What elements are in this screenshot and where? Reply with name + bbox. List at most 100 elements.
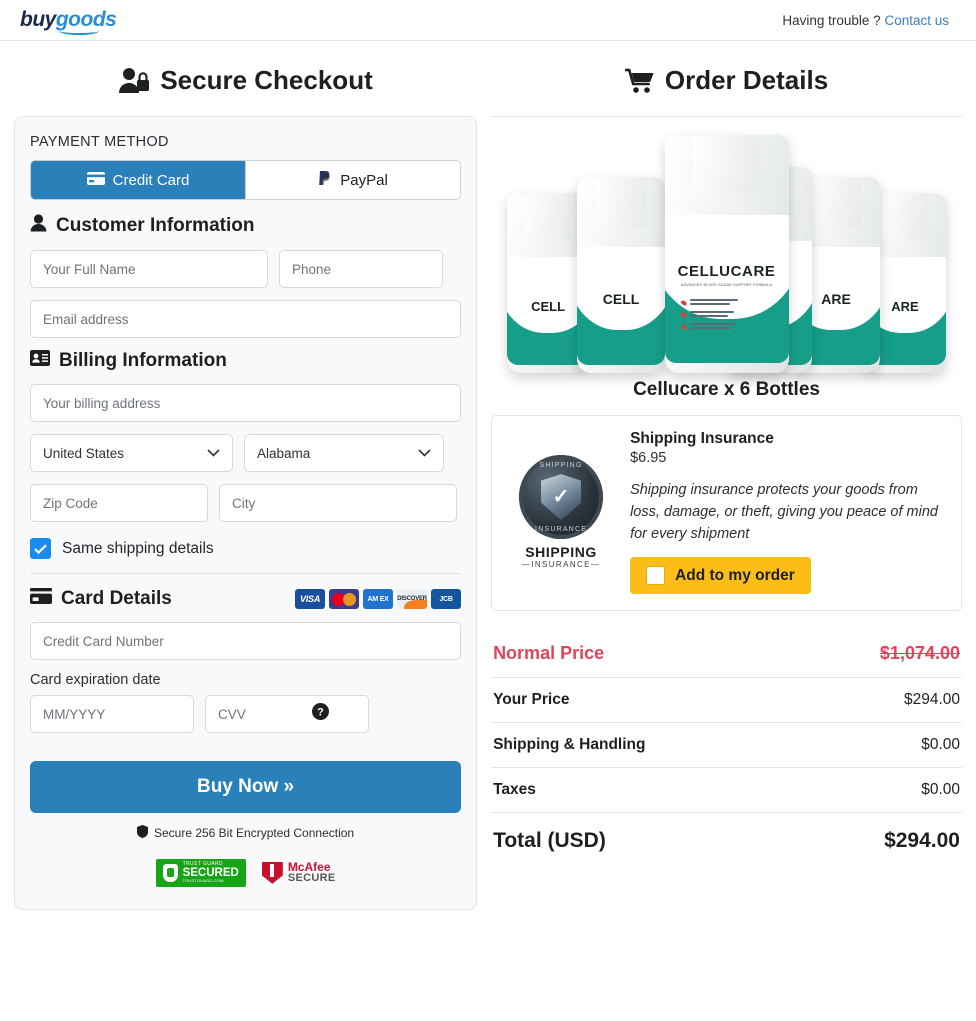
country-state-row: United States Alabama xyxy=(30,434,461,472)
email-input[interactable] xyxy=(30,300,462,338)
logo-buy-text: buy xyxy=(20,8,56,31)
secure-connection-note: Secure 256 Bit Encrypted Connection xyxy=(30,825,461,841)
trust-guard-bottom: TRUSTGUARD.COM xyxy=(182,878,224,884)
same-shipping-label: Same shipping details xyxy=(62,539,214,557)
country-select[interactable]: United States xyxy=(30,434,233,472)
shopping-cart-icon xyxy=(624,68,655,94)
bottle-back-left-1: CELL xyxy=(577,177,666,373)
card-number-row xyxy=(30,622,462,660)
insurance-seal-icon: SHIPPING ✓ INSURANCE xyxy=(519,455,604,540)
seal-bottom-text: INSURANCE xyxy=(535,526,588,534)
billing-address-row xyxy=(30,384,462,422)
country-select-wrap: United States xyxy=(30,434,233,472)
taxes-value: $0.00 xyxy=(921,781,960,799)
bottle-label: CELLUCARE ADVANCED BLOOD SUGAR SUPPORT F… xyxy=(664,215,789,363)
order-summary: Normal Price $1,074.00 Your Price $294.0… xyxy=(491,639,962,866)
order-details-column: Order Details CELL CELL ARE ARE CELLUCAR… xyxy=(491,41,962,910)
full-name-input[interactable] xyxy=(30,250,268,288)
customer-information-heading: Customer Information xyxy=(30,214,461,238)
shipping-insurance-body: Shipping Insurance $6.95 Shipping insura… xyxy=(630,430,945,595)
mcafee-shield-icon xyxy=(261,861,283,884)
card-icon xyxy=(30,588,52,610)
secure-connection-text: Secure 256 Bit Encrypted Connection xyxy=(153,826,355,840)
page-columns: Secure Checkout PAYMENT METHOD Credit Ca… xyxy=(0,41,976,910)
shipping-insurance-card: SHIPPING ✓ INSURANCE SHIPPING —INSURANCE… xyxy=(491,415,962,612)
expiration-cvv-row: ? xyxy=(30,695,461,733)
paypal-icon xyxy=(318,170,332,190)
customer-information-label: Customer Information xyxy=(56,215,255,236)
checkout-column: Secure Checkout PAYMENT METHOD Credit Ca… xyxy=(14,41,478,910)
your-price-value: $294.00 xyxy=(903,691,960,709)
billing-information-label: Billing Information xyxy=(59,350,227,371)
visa-icon: VISA xyxy=(295,589,326,609)
logo-swoosh xyxy=(58,27,99,35)
tab-paypal[interactable]: PayPal xyxy=(245,161,461,199)
zip-city-row xyxy=(30,484,461,522)
insurance-logo-line2: —INSURANCE— xyxy=(521,560,601,570)
user-lock-icon xyxy=(118,67,150,95)
card-details-label: Card Details xyxy=(61,588,172,609)
mcafee-line2: SECURE xyxy=(287,872,336,885)
bottle-cap xyxy=(692,135,761,193)
shield-icon xyxy=(136,825,148,841)
order-details-heading: Order Details xyxy=(491,41,962,116)
trust-guard-badge: TRUST GUARD SECURED TRUSTGUARD.COM xyxy=(155,859,246,887)
id-card-icon xyxy=(30,350,50,372)
credit-card-icon xyxy=(86,171,105,189)
card-brand-icons: VISA AM EX DISCOVER JCB xyxy=(295,589,462,609)
amex-icon: AM EX xyxy=(363,589,394,609)
bottle-front: CELLUCARE ADVANCED BLOOD SUGAR SUPPORT F… xyxy=(664,135,789,373)
add-to-order-checkbox[interactable] xyxy=(646,566,666,586)
bottle-brand-text: CELLUCARE xyxy=(677,263,776,280)
contact-us-link[interactable]: Contact us xyxy=(884,13,949,28)
help-circle-icon[interactable]: ? xyxy=(312,703,329,725)
cvv-input[interactable] xyxy=(205,695,369,733)
expiration-input[interactable] xyxy=(30,695,194,733)
secure-checkout-title: Secure Checkout xyxy=(160,65,373,95)
add-to-my-order-button[interactable]: Add to my order xyxy=(630,557,811,595)
shipping-label: Shipping & Handling xyxy=(493,736,646,754)
summary-row-normal-price: Normal Price $1,074.00 xyxy=(491,639,962,679)
checkout-card: PAYMENT METHOD Credit Card PayPal Custom… xyxy=(14,116,478,910)
bottle-sub-text: ADVANCED BLOOD SUGAR SUPPORT FORMULA xyxy=(680,283,773,287)
summary-row-total: Total (USD) $294.00 xyxy=(491,813,962,866)
card-number-input[interactable] xyxy=(30,622,462,660)
summary-row-shipping: Shipping & Handling $0.00 xyxy=(491,723,962,769)
same-shipping-checkbox[interactable] xyxy=(30,538,51,559)
order-details-rule xyxy=(491,116,962,117)
add-to-order-label: Add to my order xyxy=(675,566,795,584)
zip-code-input[interactable] xyxy=(30,484,208,522)
email-row xyxy=(30,300,462,338)
buygoods-logo[interactable]: buygoods xyxy=(20,8,117,35)
svg-text:?: ? xyxy=(317,706,324,718)
shipping-insurance-logo: SHIPPING ✓ INSURANCE SHIPPING —INSURANCE… xyxy=(506,430,616,594)
card-details-heading: Card Details xyxy=(30,588,172,610)
your-price-label: Your Price xyxy=(493,691,570,709)
mastercard-icon xyxy=(329,589,360,609)
total-value: $294.00 xyxy=(884,829,960,853)
jcb-icon: JCB xyxy=(431,589,462,609)
taxes-label: Taxes xyxy=(493,781,536,799)
billing-address-input[interactable] xyxy=(30,384,462,422)
shipping-value: $0.00 xyxy=(921,736,960,754)
payment-method-tabs: Credit Card PayPal xyxy=(30,160,462,200)
payment-method-label: PAYMENT METHOD xyxy=(30,134,169,150)
product-image: CELL CELL ARE ARE CELLUCARE ADVANCED BLO… xyxy=(491,123,962,373)
city-input[interactable] xyxy=(219,484,457,522)
phone-input[interactable] xyxy=(279,250,443,288)
bottle-bullets xyxy=(680,299,779,333)
tab-credit-card[interactable]: Credit Card xyxy=(31,161,246,199)
cvv-wrap: ? xyxy=(205,695,369,733)
name-phone-row xyxy=(30,250,461,288)
top-bar: buygoods Having trouble ? Contact us xyxy=(0,0,976,41)
card-divider xyxy=(30,573,462,574)
discover-icon: DISCOVER xyxy=(397,589,428,609)
same-shipping-row[interactable]: Same shipping details xyxy=(30,538,461,559)
summary-row-your-price: Your Price $294.00 xyxy=(491,678,962,724)
card-details-header: Card Details VISA AM EX DISCOVER JCB xyxy=(30,588,462,610)
insurance-description: Shipping insurance protects your goods f… xyxy=(630,482,938,542)
tab-paypal-label: PayPal xyxy=(340,171,388,189)
state-select[interactable]: Alabama xyxy=(244,434,444,472)
trust-badges: TRUST GUARD SECURED TRUSTGUARD.COM McAfe… xyxy=(30,859,461,887)
buy-now-button[interactable]: Buy Now » xyxy=(30,761,462,813)
